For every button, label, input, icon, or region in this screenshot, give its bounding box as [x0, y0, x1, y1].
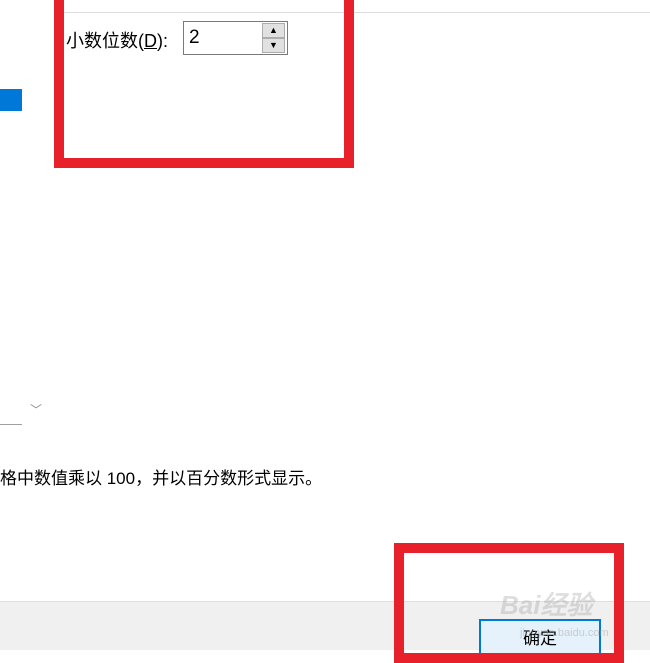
scroll-down-icon[interactable]: ﹀ — [28, 401, 44, 419]
watermark-logo: Bai经验 — [500, 590, 593, 620]
highlight-box-decimal-places — [54, 0, 354, 168]
format-description: 格中数值乘以 100，并以百分数形式显示。 — [0, 469, 323, 488]
category-list-scrollbar[interactable] — [22, 0, 49, 425]
watermark-url: jingyan.baidu.com — [520, 627, 609, 639]
category-list-selected-item[interactable] — [0, 89, 22, 111]
